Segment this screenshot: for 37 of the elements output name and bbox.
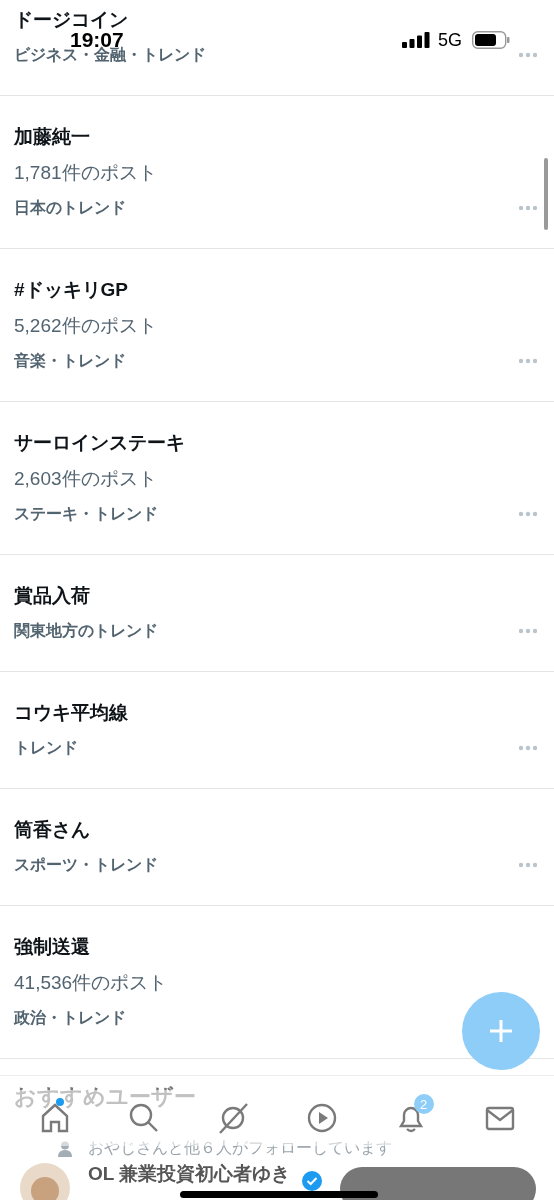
- avatar[interactable]: [20, 1163, 70, 1200]
- section-title: おすすめユーザー: [14, 1083, 196, 1111]
- more-icon[interactable]: [518, 628, 538, 634]
- signal-icon: [402, 32, 430, 48]
- plus-icon: [488, 1018, 514, 1044]
- trend-category: トレンド: [14, 737, 78, 758]
- notification-badge: 2: [413, 1094, 434, 1114]
- trend-title[interactable]: 強制送還: [14, 934, 540, 960]
- more-icon[interactable]: [518, 52, 538, 58]
- user-name[interactable]: OL 兼業投資初心者ゆき: [88, 1163, 291, 1185]
- battery-icon: [472, 31, 510, 49]
- more-icon[interactable]: [518, 511, 538, 517]
- trend-category: スポーツ・トレンド: [14, 854, 158, 875]
- followed-by-text: おやじさんと他６人がフォローしています: [88, 1138, 392, 1158]
- trend-title[interactable]: 加藤純一: [14, 124, 540, 150]
- trend-category: 日本のトレンド: [14, 197, 126, 218]
- post-count: 1,781件のポスト: [14, 161, 158, 185]
- trend-title[interactable]: 賞品入荷: [14, 583, 540, 609]
- more-icon[interactable]: [518, 358, 538, 364]
- post-count: 2,603件のポスト: [14, 467, 158, 491]
- follow-button[interactable]: [340, 1167, 537, 1200]
- play-icon[interactable]: [305, 1102, 338, 1134]
- post-count: 41,536件のポスト: [14, 971, 169, 995]
- trend-title[interactable]: 筒香さん: [14, 817, 540, 843]
- person-icon: [58, 1140, 72, 1157]
- trend-category: 関東地方のトレンド: [14, 620, 158, 641]
- trend-category: 政治・トレンド: [14, 1007, 126, 1028]
- scrollbar[interactable]: [544, 158, 548, 230]
- trend-title[interactable]: コウキ平均線: [14, 700, 540, 726]
- more-icon[interactable]: [518, 862, 538, 868]
- trend-title[interactable]: #ドッキリGP: [14, 277, 540, 303]
- trend-category: 音楽・トレンド: [14, 350, 126, 371]
- more-icon[interactable]: [518, 745, 538, 751]
- more-icon[interactable]: [518, 205, 538, 211]
- trend-category: ステーキ・トレンド: [14, 503, 158, 524]
- trend-title[interactable]: サーロインステーキ: [14, 430, 540, 456]
- post-count: 5,262件のポスト: [14, 314, 158, 338]
